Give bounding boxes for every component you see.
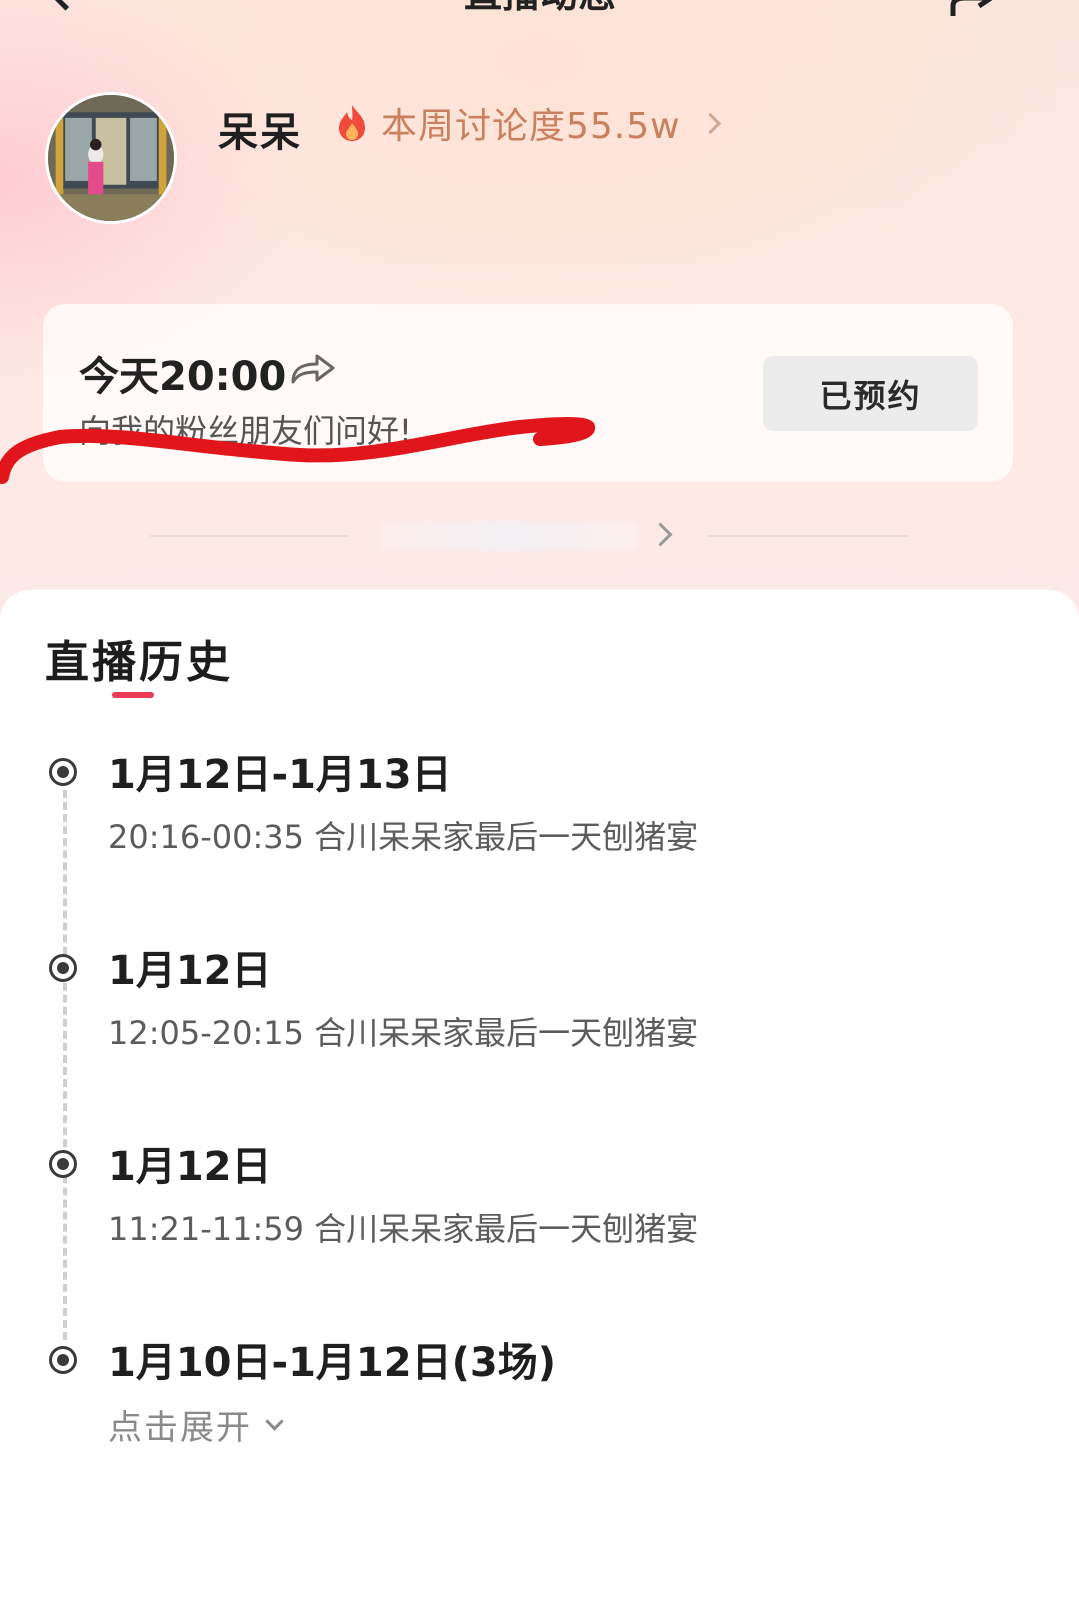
weekly-heat-link[interactable]: 本周讨论度55.5w <box>335 100 721 147</box>
avatar[interactable] <box>45 92 177 224</box>
blurred-link-text <box>378 522 638 550</box>
user-name: 呆呆 <box>218 110 302 156</box>
top-bar: 直播动态 <box>0 0 1079 40</box>
live-feed-page: 直播动态 呆呆 本周讨论度55.5w 今天20:00 <box>0 0 1079 1604</box>
upcoming-live-card: 今天20:00 向我的粉丝朋友们问好! 已预约 <box>43 304 1013 482</box>
chevron-right-icon <box>699 112 721 134</box>
page-title: 直播动态 <box>430 0 650 14</box>
entry-date: 1月12日 <box>108 1144 272 1190</box>
divider-line-left <box>150 535 348 537</box>
more-divider[interactable] <box>0 520 1079 554</box>
timeline-dot-icon <box>49 758 77 786</box>
chevron-down-icon <box>265 1412 284 1431</box>
entry-detail: 12:05-20:15 合川呆呆家最后一天刨猪宴 <box>108 1014 699 1052</box>
entry-detail: 11:21-11:59 合川呆呆家最后一天刨猪宴 <box>108 1210 699 1248</box>
entry-date: 1月12日 <box>108 948 272 994</box>
history-entry-group: 1月10日-1月12日(3场) 点击展开 <box>0 1340 1079 1460</box>
share-icon[interactable] <box>945 0 1005 18</box>
tab-indicator <box>112 692 154 698</box>
timeline-dot-icon <box>49 1346 77 1374</box>
flame-icon <box>339 105 365 141</box>
reserved-button[interactable]: 已预约 <box>763 356 978 431</box>
entry-detail: 20:16-00:35 合川呆呆家最后一天刨猪宴 <box>108 818 699 856</box>
divider-line-right <box>708 535 908 537</box>
timeline-dot-icon <box>49 954 77 982</box>
history-entry[interactable]: 1月12日 11:21-11:59 合川呆呆家最后一天刨猪宴 <box>0 1144 1079 1264</box>
back-icon[interactable] <box>46 0 85 11</box>
history-title: 直播历史 <box>45 637 233 688</box>
chevron-right-icon <box>648 522 673 547</box>
upcoming-time: 今天20:00 <box>79 354 287 400</box>
upcoming-message: 向我的粉丝朋友们问好! <box>79 412 412 450</box>
history-entry[interactable]: 1月12日 12:05-20:15 合川呆呆家最后一天刨猪宴 <box>0 948 1079 1068</box>
timeline-dot-icon <box>49 1150 77 1178</box>
expand-button[interactable]: 点击展开 <box>108 1400 284 1449</box>
live-history-panel: 直播历史 1月12日-1月13日 20:16-00:35 合川呆呆家最后一天刨猪… <box>0 590 1079 1604</box>
entry-date: 1月12日-1月13日 <box>108 752 452 798</box>
expand-label: 点击展开 <box>108 1408 252 1448</box>
heat-label: 本周讨论度55.5w <box>381 106 681 147</box>
entry-date: 1月10日-1月12日(3场) <box>108 1340 556 1386</box>
history-entry[interactable]: 1月12日-1月13日 20:16-00:35 合川呆呆家最后一天刨猪宴 <box>0 752 1079 872</box>
forward-arrow-icon[interactable] <box>289 348 337 388</box>
